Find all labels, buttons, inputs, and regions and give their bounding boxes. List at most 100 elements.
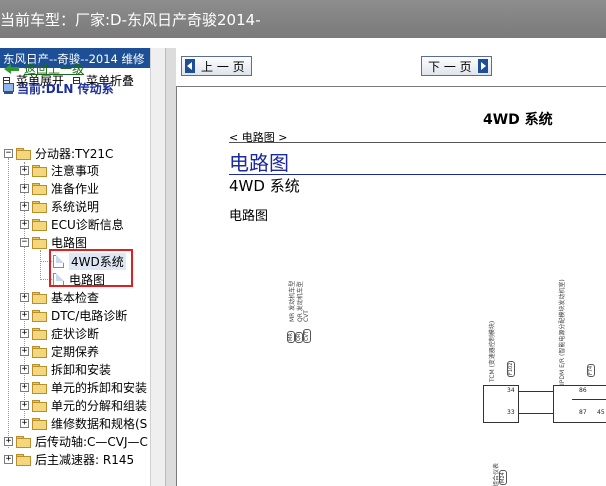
current-location: 当前:DLN 传动系 <box>3 80 114 97</box>
tree-item[interactable]: + 系统说明 <box>20 198 99 214</box>
expand-toggle-icon[interactable]: + <box>20 328 29 338</box>
pin-label: 45 <box>597 409 605 416</box>
tree-item-label: 准备作业 <box>51 181 100 196</box>
expand-toggle-icon[interactable]: + <box>20 165 29 175</box>
expand-toggle-icon[interactable]: + <box>20 292 29 302</box>
prev-page-label: 上 一 页 <box>201 59 245 74</box>
tree-item[interactable]: + ECU诊断信息 <box>20 216 124 232</box>
tree-item-label: ECU诊断信息 <box>51 217 124 232</box>
tree-item-circuit[interactable]: − 电路图 <box>20 234 87 250</box>
tree-item-label: 单元的分解和组装 <box>51 398 148 413</box>
diagram-label: IPDM E/R (智能电源分配模块发动机室) <box>559 279 566 385</box>
folder-icon <box>32 182 47 195</box>
tree-line <box>8 158 9 448</box>
folder-icon <box>16 435 31 448</box>
diagram-wire <box>519 413 553 414</box>
document-toolbar: 上 一 页 下 一 页 <box>176 48 606 86</box>
tree-item-label: 基本检查 <box>51 290 100 305</box>
document-subsection: 电路图 <box>229 209 269 224</box>
back-arrow-icon <box>4 63 20 74</box>
document-system-title: 4WD 系统 <box>483 112 553 128</box>
folder-icon <box>32 417 47 430</box>
diagram-wire <box>572 399 606 400</box>
expand-toggle-icon[interactable]: + <box>20 310 29 320</box>
diagram-connector-tag: M24 <box>499 470 507 485</box>
folder-icon <box>16 453 31 466</box>
tree-item-label: 单元的拆卸和安装 <box>51 380 148 395</box>
tree-item[interactable]: + 拆卸和安装 <box>20 361 111 377</box>
diagram-connector-tag: F74 <box>587 363 595 377</box>
collapse-toggle-icon[interactable]: − <box>20 237 29 247</box>
back-link[interactable]: 返回上一级 <box>4 60 84 77</box>
document-heading: 电路图 <box>229 151 289 175</box>
expand-toggle-icon[interactable]: + <box>20 418 29 428</box>
expand-toggle-icon[interactable]: + <box>20 382 29 392</box>
folder-open-icon <box>32 236 47 249</box>
tree-item-rear-driveshaft[interactable]: + 后传动轴:C—CVJ—C <box>4 433 148 449</box>
tree-item[interactable]: + 症状诊断 <box>20 325 99 341</box>
diagram-label: TCM (变速器控制模块) <box>489 320 496 382</box>
computer-icon <box>3 82 14 95</box>
prev-page-button[interactable]: 上 一 页 <box>181 56 252 76</box>
diagram-tag: MR <box>287 331 295 343</box>
tree-item-label: 症状诊断 <box>51 326 100 341</box>
arrow-right-icon <box>477 59 488 73</box>
next-page-button[interactable]: 下 一 页 <box>421 56 492 76</box>
window-title: 当前车型：厂家:D-东风日产奇骏2014- <box>0 11 261 29</box>
window-title-bar: 当前车型：厂家:D-东风日产奇骏2014- <box>0 0 606 38</box>
expand-toggle-icon[interactable]: + <box>20 400 29 410</box>
expand-toggle-icon[interactable]: + <box>20 201 29 211</box>
diagram-connector-tag: F102 <box>507 360 515 377</box>
expand-toggle-icon[interactable]: + <box>4 454 13 464</box>
folder-icon <box>32 363 47 376</box>
arrow-left-icon <box>185 59 195 73</box>
diagram-tag: QR <box>295 331 303 343</box>
tree-item-label: 后主减速器: R145 <box>35 452 135 467</box>
tree-item-label: DTC/电路诊断 <box>51 308 128 323</box>
folder-open-icon <box>16 147 31 160</box>
document-viewer[interactable]: 4WD 系统 < 电路图 > 电路图 4WD 系统 电路图 MR 发动机车型 Q… <box>176 86 606 486</box>
expand-toggle-icon[interactable]: + <box>20 364 29 374</box>
folder-icon <box>32 327 47 340</box>
folder-icon <box>32 164 47 177</box>
next-page-label: 下 一 页 <box>428 59 472 74</box>
document-subheading: 4WD 系统 <box>229 177 300 195</box>
tree-line <box>40 250 41 280</box>
folder-icon <box>32 381 47 394</box>
expand-toggle-icon[interactable]: + <box>4 436 13 446</box>
tree-item[interactable]: + 单元的分解和组装 <box>20 397 147 413</box>
section-rule <box>229 142 606 143</box>
tree-item-rear-final-drive[interactable]: + 后主减速器: R145 <box>4 451 134 467</box>
tree-item-label: 注意事项 <box>51 163 100 178</box>
tree-item[interactable]: + 基本检查 <box>20 289 99 305</box>
tree-item-label: 分动器:TY21C <box>35 146 114 161</box>
tree-item-label: 维修数据和规格(S <box>51 416 148 431</box>
pin-label: 87 <box>579 409 587 416</box>
back-label: 返回上一级 <box>24 62 85 76</box>
folder-icon <box>32 399 47 412</box>
folder-icon <box>32 291 47 304</box>
folder-icon <box>32 218 47 231</box>
tree-item[interactable]: + 定期保养 <box>20 343 99 359</box>
expand-toggle-icon[interactable]: + <box>20 183 29 193</box>
tree-item-root[interactable]: − 分动器:TY21C <box>4 145 113 161</box>
tree-item[interactable]: + 准备作业 <box>20 180 99 196</box>
folder-icon <box>32 200 47 213</box>
tree-item-label: 电路图 <box>51 235 88 250</box>
tree-item-label: 拆卸和安装 <box>51 362 112 377</box>
diagram-tag: CVT <box>303 329 311 343</box>
tree-item[interactable]: + 注意事项 <box>20 162 99 178</box>
tree-item-label: 定期保养 <box>51 344 100 359</box>
pin-label: 34 <box>507 387 515 394</box>
tree-item[interactable]: + 维修数据和规格(S <box>20 415 147 431</box>
pane-divider[interactable] <box>165 48 176 486</box>
tree-item-label: 后传动轴:C—CVJ—C <box>35 434 148 449</box>
sidebar-scrollbar[interactable] <box>150 48 165 486</box>
expand-toggle-icon[interactable]: + <box>20 219 29 229</box>
tree-item[interactable]: + DTC/电路诊断 <box>20 307 127 323</box>
current-label: 当前:DLN 传动系 <box>17 82 114 96</box>
expand-toggle-icon[interactable]: + <box>20 346 29 356</box>
folder-icon <box>32 309 47 322</box>
tree-item[interactable]: + 单元的拆卸和安装 <box>20 379 147 395</box>
collapse-toggle-icon[interactable]: − <box>4 148 13 158</box>
